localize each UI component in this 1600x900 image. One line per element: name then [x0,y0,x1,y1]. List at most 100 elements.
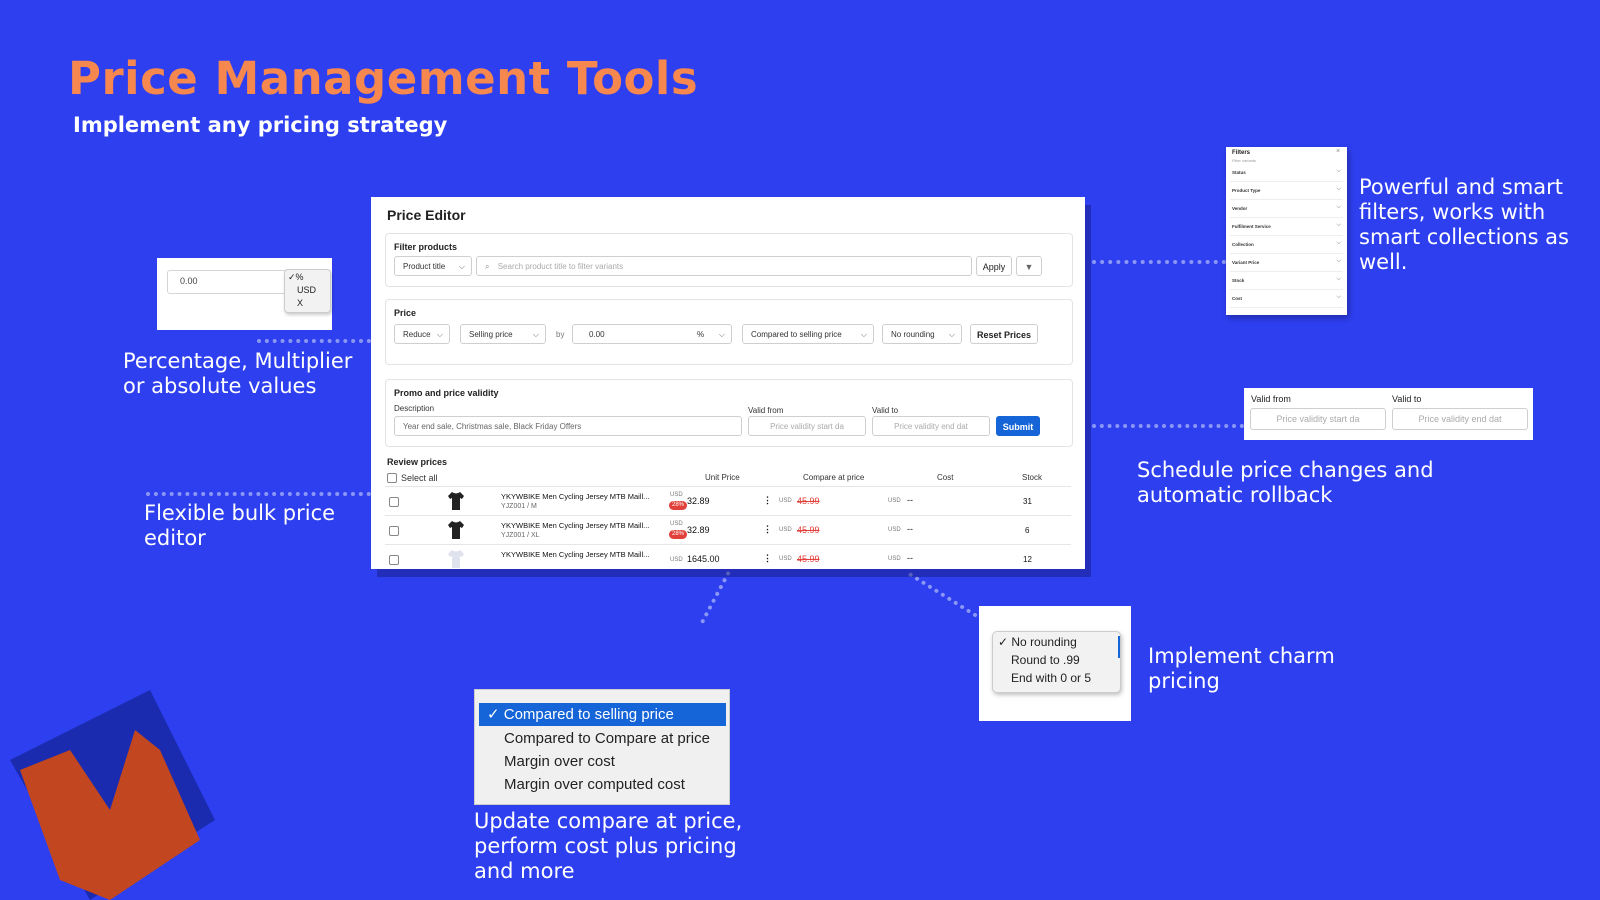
filter-item-label: Variant Price [1232,260,1260,265]
product-thumbnail [448,492,464,510]
valid-from-label: Valid from [748,406,784,415]
col-cost: Cost [937,473,954,482]
price-action-select[interactable]: Reduce ⌵ [394,324,450,344]
unit-option-percent[interactable]: ✓% [288,272,304,283]
product-sku: YJZ001 / M [501,503,537,510]
filter-item-label: Status [1232,170,1246,175]
connector-bulk [146,492,371,496]
table-row[interactable]: YKYWBIKE Men Cycling Jersey MTB Maill...… [385,544,1071,569]
review-label: Review prices [387,457,448,467]
unit-dropdown[interactable]: ✓% USD X [284,269,331,313]
search-icon: ⌕ [485,262,490,271]
col-stock: Stock [1022,473,1043,482]
price-amount-input[interactable]: 0.00 % ⌵ [572,324,732,344]
valid-from-input[interactable]: Price validity start da [748,416,866,436]
compare-mode-select[interactable]: Compared to selling price ⌵ [742,324,874,344]
rounding-option-0-or-5[interactable]: End with 0 or 5 [1011,671,1091,685]
cost-value: -- [907,553,913,563]
stock-value: 12 [1023,555,1032,564]
chevron-down-icon: ⌵ [1336,294,1341,300]
chevron-down-icon: ⌵ [436,330,443,339]
value-type-widget: 0.00 ✓% USD X [157,258,332,330]
compare-currency: USD [779,527,792,533]
chevron-down-icon: ⌵ [1336,276,1341,282]
product-thumbnail [448,521,464,539]
filter-toggle-button[interactable]: ▼ [1016,256,1042,276]
more-options-icon[interactable]: ⋮ [763,553,772,564]
compare-price: 45.99 [797,554,820,564]
table-row[interactable]: YKYWBIKE Men Cycling Jersey MTB Maill...… [385,515,1071,545]
filter-item-label: Stock [1232,278,1245,283]
filter-item-label: Vendor [1232,206,1248,211]
table-row[interactable]: YKYWBIKE Men Cycling Jersey MTB Maill...… [385,486,1071,516]
cost-currency: USD [888,498,901,504]
search-input[interactable]: ⌕ Search product title to filter variant… [476,256,972,276]
validity-from-input[interactable]: Price validity start da [1250,408,1386,430]
unit-price: 32.89 [687,496,710,506]
rounding-menu-card: ✓ No rounding Round to .99 End with 0 or… [979,606,1131,721]
caption-filters: Powerful and smart filters, works with s… [1359,175,1569,274]
validity-widget: Valid from Valid to Price validity start… [1244,388,1533,440]
col-compare-price: Compare at price [803,473,865,482]
rounding-option-none[interactable]: ✓ No rounding [998,635,1077,649]
discount-badge: 28% [669,530,688,539]
compare-price: 45.99 [797,525,820,535]
compare-option-selected[interactable]: ✓ Compared to selling price [479,703,726,726]
filter-item[interactable]: Vendor ⌵ [1230,201,1343,218]
compare-option-compare-at[interactable]: Compared to Compare at price [504,730,710,747]
caption-percentage: Percentage, Multiplier or absolute value… [123,349,353,398]
filters-subtitle: Filter variants [1232,158,1257,163]
more-options-icon[interactable]: ⋮ [763,524,772,535]
select-all-label: Select all [401,473,438,483]
brand-logo [10,690,215,900]
select-all-checkbox[interactable] [387,473,397,483]
filter-item[interactable]: Cost ⌵ [1230,291,1343,308]
chevron-down-icon: ⌵ [1336,240,1341,246]
filter-item-label: Fulfilment Service [1232,224,1271,229]
filter-icon: ▼ [1024,262,1034,272]
row-checkbox[interactable] [389,497,399,507]
reset-prices-button[interactable]: Reset Prices [970,324,1038,344]
product-name: YKYWBIKE Men Cycling Jersey MTB Maill... [501,521,650,530]
apply-button[interactable]: Apply [976,256,1012,276]
unit-currency: USD [670,492,683,498]
editor-title: Price Editor [387,207,466,223]
filter-item[interactable]: Collection ⌵ [1230,237,1343,254]
filter-item[interactable]: Variant Price ⌵ [1230,255,1343,272]
filter-item[interactable]: Status ⌵ [1230,165,1343,182]
filter-label: Filter products [394,242,458,252]
rounding-select[interactable]: No rounding ⌵ [882,324,962,344]
compare-price: 45.99 [797,496,820,506]
submit-button[interactable]: Submit [996,416,1040,436]
chevron-down-icon: ⌵ [860,330,867,339]
row-checkbox[interactable] [389,555,399,565]
filter-item[interactable]: Product Type ⌵ [1230,183,1343,200]
price-target-select[interactable]: Selling price ⌵ [460,324,546,344]
row-checkbox[interactable] [389,526,399,536]
validity-to-input[interactable]: Price validity end dat [1392,408,1528,430]
unit-option-usd[interactable]: USD [297,285,316,295]
unit-price: 1645.00 [687,554,720,564]
valid-to-label: Valid to [872,406,899,415]
more-options-icon[interactable]: ⋮ [763,495,772,506]
unit-currency: USD [670,557,683,563]
filter-field-select[interactable]: Product title ⌵ [394,256,472,276]
price-editor-card: Price Editor Filter products Product tit… [371,197,1085,569]
chevron-down-icon: ⌵ [1336,204,1341,210]
compare-option-margin-cost[interactable]: Margin over cost [504,753,615,770]
filter-item[interactable]: Stock ⌵ [1230,273,1343,290]
product-sku: YJZ001 / XL [501,532,540,539]
validity-to-label: Valid to [1392,394,1422,404]
filter-item-label: Cost [1232,296,1242,301]
unit-option-multiplier[interactable]: X [297,298,303,308]
rounding-option-99[interactable]: Round to .99 [1011,653,1080,667]
close-icon[interactable]: × [1336,148,1340,155]
filter-item[interactable]: Fulfilment Service ⌵ [1230,219,1343,236]
by-label: by [556,330,565,339]
unit-currency: USD [670,521,683,527]
valid-to-input[interactable]: Price validity end dat [872,416,990,436]
description-input[interactable]: Year end sale, Christmas sale, Black Fri… [394,416,742,436]
compare-option-margin-computed[interactable]: Margin over computed cost [504,776,685,793]
price-label: Price [394,308,417,318]
validity-from-label: Valid from [1251,394,1291,404]
